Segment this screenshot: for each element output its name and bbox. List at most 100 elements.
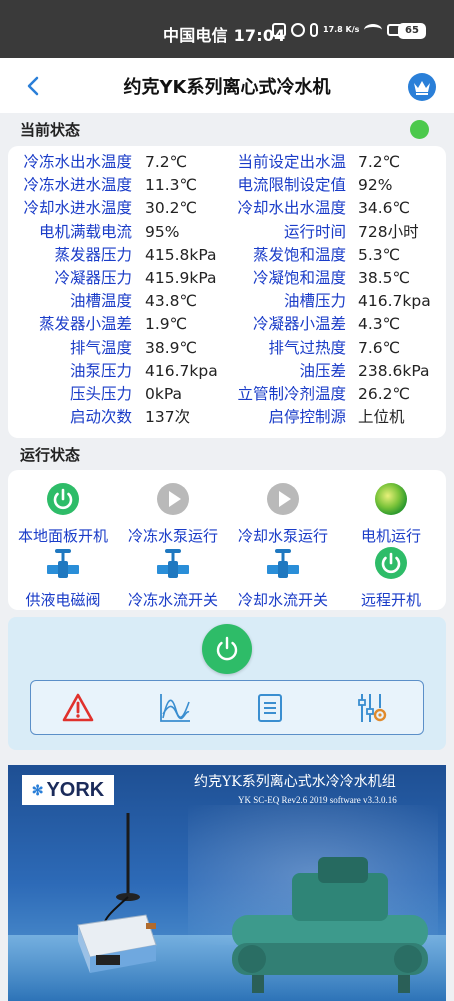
iot-gateway-image bbox=[77, 813, 157, 973]
product-banner: ✻ YORK 约克YK系列离心式水冷冷水机组 YK SC-EQ Rev2.6 2… bbox=[8, 765, 446, 1001]
warning-icon bbox=[62, 693, 94, 722]
status-value: 728小时 bbox=[358, 222, 419, 241]
status-value: 415.9kPa bbox=[145, 269, 217, 287]
run-label: 冷却水流开关 bbox=[237, 591, 328, 609]
play-icon bbox=[267, 483, 299, 515]
status-label: 蒸发器压力 bbox=[54, 245, 132, 264]
carrier-time: 中国电信 17:04 bbox=[163, 26, 286, 45]
status-icons: 17.8 K/s bbox=[272, 23, 404, 37]
status-row: 冷冻水进水温度 11.3℃ 电流限制设定值 92% bbox=[8, 174, 446, 197]
status-value: 4.3℃ bbox=[358, 315, 401, 334]
settings-button[interactable] bbox=[354, 690, 390, 726]
status-label: 冷凝器压力 bbox=[54, 269, 132, 287]
wifi-icon bbox=[364, 24, 383, 36]
run-item-solenoid-valve: 供液电磁阀 bbox=[8, 546, 118, 610]
power-button[interactable] bbox=[202, 624, 252, 674]
status-value: 416.7kpa bbox=[145, 361, 218, 380]
status-label: 冷冻水进水温度 bbox=[23, 176, 132, 195]
line-chart-icon bbox=[160, 694, 190, 722]
status-value: 1.9℃ bbox=[145, 315, 188, 334]
status-value: 11.3℃ bbox=[145, 176, 197, 195]
status-row: 蒸发器压力 415.8kPa 蒸发饱和温度 5.3℃ bbox=[8, 244, 446, 267]
banner-title: 约克YK系列离心式水冷冷水机组 bbox=[194, 774, 396, 790]
status-label: 立管制冷剂温度 bbox=[237, 385, 346, 403]
current-status-title: 当前状态 bbox=[20, 121, 81, 139]
status-value: 上位机 bbox=[358, 408, 405, 427]
settings-sliders-icon bbox=[358, 694, 387, 722]
status-row: 冷却水进水温度 30.2℃ 冷却水出水温度 34.6℃ bbox=[8, 197, 446, 220]
run-status-title: 运行状态 bbox=[20, 446, 81, 464]
status-value: 7.2℃ bbox=[358, 153, 401, 171]
status-label: 蒸发器小温差 bbox=[38, 315, 132, 334]
run-item-motor: 电机运行 bbox=[336, 482, 446, 546]
status-value: 95% bbox=[145, 222, 180, 241]
net-speed: 17.8 K/s bbox=[323, 25, 360, 34]
status-row: 冷冻水出水温度 7.2℃ 当前设定出水温 7.2℃ bbox=[8, 151, 446, 174]
status-label: 电流限制设定值 bbox=[237, 176, 346, 195]
run-label: 本地面板开机 bbox=[17, 527, 108, 545]
alarm-button[interactable] bbox=[60, 690, 96, 726]
status-label: 电机满载电流 bbox=[38, 222, 132, 241]
status-value: 238.6kPa bbox=[358, 361, 430, 380]
run-label: 供液电磁阀 bbox=[25, 591, 101, 609]
trend-chart-button[interactable] bbox=[157, 690, 193, 726]
run-item-local-panel: 本地面板开机 bbox=[8, 482, 118, 546]
run-status-card: 本地面板开机 冷冻水泵运行 冷却水泵运行 电机运行 供液电磁阀 冷冻水流开关 冷… bbox=[8, 470, 446, 610]
alarm-icon bbox=[291, 23, 305, 37]
status-value: 415.8kPa bbox=[145, 245, 217, 264]
run-item-chilled-flow-switch: 冷冻水流开关 bbox=[118, 546, 228, 610]
banner-subtitle: YK SC-EQ Rev2.6 2019 software v3.3.0.16 bbox=[238, 795, 397, 805]
york-logo: ✻ YORK bbox=[22, 775, 114, 805]
status-label: 启动次数 bbox=[69, 408, 132, 427]
status-label: 冷却水出水温度 bbox=[237, 199, 346, 218]
run-label: 冷冻水流开关 bbox=[127, 591, 218, 609]
power-icon bbox=[375, 547, 407, 579]
status-value: 38.9℃ bbox=[145, 338, 197, 357]
run-label: 远程开机 bbox=[360, 591, 421, 609]
battery-indicator: 65 bbox=[398, 23, 426, 39]
status-value: 26.2℃ bbox=[358, 385, 410, 403]
status-value: 0kPa bbox=[145, 385, 182, 403]
valve-icon bbox=[267, 549, 299, 578]
run-label: 电机运行 bbox=[360, 527, 421, 545]
status-row: 启动次数 137次 启停控制源 上位机 bbox=[8, 406, 446, 429]
online-indicator bbox=[410, 120, 429, 139]
run-item-cooling-flow-switch: 冷却水流开关 bbox=[228, 546, 338, 610]
status-label: 排气过热度 bbox=[268, 338, 346, 357]
document-list-icon bbox=[258, 694, 282, 722]
status-row: 排气温度 38.9℃ 排气过热度 7.6℃ bbox=[8, 337, 446, 360]
page-title: 约克YK系列离心式冷水机 bbox=[123, 77, 331, 98]
status-row: 蒸发器小温差 1.9℃ 冷凝器小温差 4.3℃ bbox=[8, 313, 446, 336]
snowflake-icon: ✻ bbox=[31, 781, 44, 798]
status-label: 冷却水进水温度 bbox=[23, 199, 132, 218]
status-label: 启停控制源 bbox=[268, 408, 346, 427]
status-label: 当前设定出水温 bbox=[237, 153, 346, 171]
valve-icon bbox=[157, 549, 189, 578]
status-value: 5.3℃ bbox=[358, 245, 401, 264]
bluetooth-icon bbox=[310, 23, 318, 37]
status-row: 压头压力 0kPa 立管制冷剂温度 26.2℃ bbox=[8, 383, 446, 406]
crown-icon bbox=[414, 81, 430, 95]
status-label: 冷冻水出水温度 bbox=[23, 153, 132, 171]
motor-icon bbox=[375, 483, 407, 515]
status-bar: 中国电信 17:04 17.8 K/s 65 bbox=[0, 0, 454, 58]
status-label: 蒸发饱和温度 bbox=[252, 245, 346, 264]
status-label: 排气温度 bbox=[69, 338, 132, 357]
status-row: 油槽温度 43.8℃ 油槽压力 416.7kpa bbox=[8, 290, 446, 313]
run-item-cooling-pump: 冷却水泵运行 bbox=[228, 482, 338, 546]
status-label: 油槽压力 bbox=[283, 292, 346, 311]
valve-icon bbox=[47, 549, 79, 578]
status-value: 34.6℃ bbox=[358, 199, 410, 218]
status-row: 油泵压力 416.7kpa 油压差 238.6kPa bbox=[8, 360, 446, 383]
status-label: 运行时间 bbox=[283, 222, 346, 241]
status-value: 7.6℃ bbox=[358, 338, 401, 357]
vip-crown-button[interactable] bbox=[408, 73, 436, 101]
status-value: 30.2℃ bbox=[145, 199, 197, 218]
log-list-button[interactable] bbox=[252, 690, 288, 726]
status-label: 油压差 bbox=[299, 361, 346, 380]
status-value: 416.7kpa bbox=[358, 292, 431, 311]
current-status-card: 冷冻水出水温度 7.2℃ 当前设定出水温 7.2℃ 冷冻水进水温度 11.3℃ 电流限制设定… bbox=[8, 146, 446, 438]
play-icon bbox=[157, 483, 189, 515]
status-label: 压头压力 bbox=[69, 385, 132, 403]
power-icon bbox=[47, 483, 79, 515]
